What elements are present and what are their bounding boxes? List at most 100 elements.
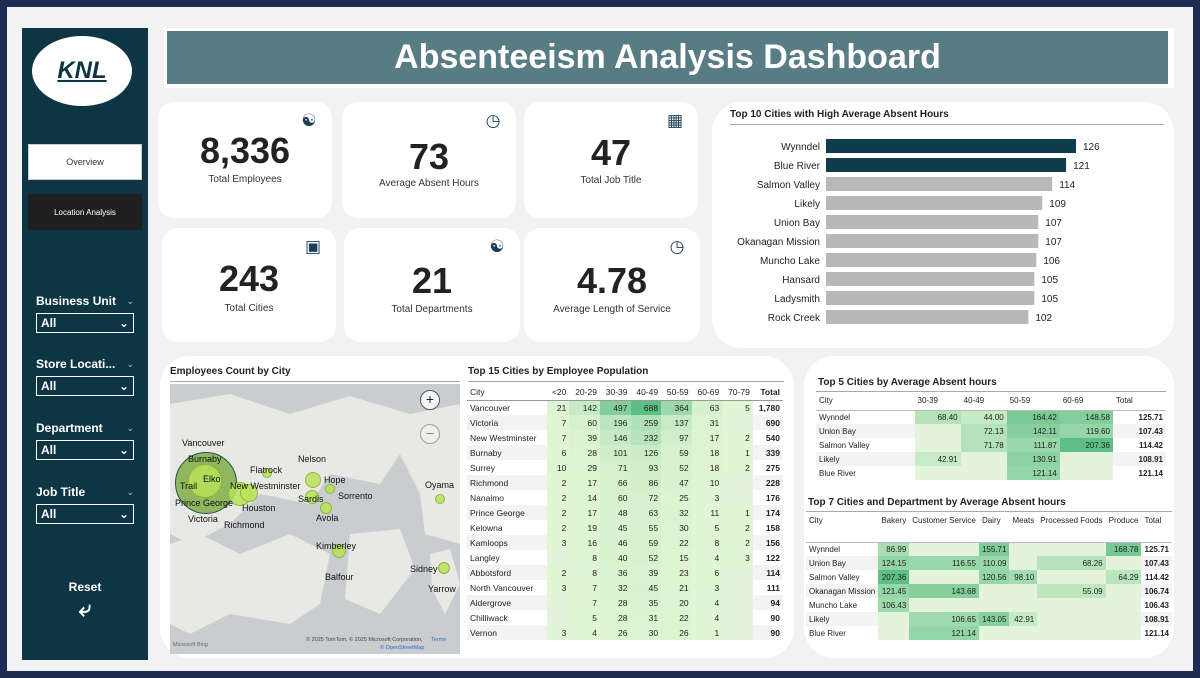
column-header[interactable]: 40-49 xyxy=(630,384,662,401)
table-row[interactable]: Chilliwack 5 28 31 22 4 90 xyxy=(467,610,783,625)
column-header[interactable]: Bakery xyxy=(878,516,910,543)
chevron-down-icon[interactable]: ⌄ xyxy=(126,359,134,370)
table-row[interactable]: Blue River 121.14 121.14 xyxy=(816,466,1166,480)
value-cell xyxy=(722,415,753,430)
column-header[interactable]: 20-29 xyxy=(569,384,600,401)
table-row[interactable]: Burnaby 6 28 101 126 59 18 1 339 xyxy=(467,445,783,460)
column-header[interactable]: <20 xyxy=(546,384,570,401)
value-cell: 121.14 xyxy=(1006,466,1060,480)
value-cell xyxy=(722,490,753,505)
chevron-down-icon[interactable]: ⌄ xyxy=(126,296,134,307)
value-cell xyxy=(878,626,910,640)
chevron-down-icon[interactable]: ⌄ xyxy=(126,487,134,498)
table-row[interactable]: Abbotsford 2 8 36 39 23 6 114 xyxy=(467,565,783,580)
bar[interactable] xyxy=(826,310,1029,324)
value-cell: 121.45 xyxy=(878,584,910,598)
table-row[interactable]: Vernon 3 4 26 30 26 1 90 xyxy=(467,625,783,640)
column-header[interactable]: City xyxy=(806,516,879,543)
table-row[interactable]: Salmon Valley 207.36 120.56 98.10 64.29 114.4… xyxy=(806,570,1172,584)
table-row[interactable]: Likely 42.91 130.91 108.91 xyxy=(816,452,1166,466)
table-row[interactable]: Richmond 2 17 66 86 47 10 228 xyxy=(467,475,783,490)
terms-link[interactable]: Terms xyxy=(431,637,446,643)
value-cell xyxy=(978,584,1010,598)
column-header[interactable]: Dairy xyxy=(978,516,1010,543)
table-row[interactable]: Union Bay 72.13 142.11 119.60 107.43 xyxy=(816,424,1166,438)
value-cell: 45 xyxy=(630,580,662,595)
bar[interactable] xyxy=(826,234,1039,248)
zoom-out-button[interactable]: − xyxy=(420,424,440,444)
column-header[interactable]: 40-49 xyxy=(960,396,1007,411)
bar[interactable] xyxy=(826,158,1067,172)
column-header[interactable]: 30-39 xyxy=(599,384,631,401)
location-analysis-button[interactable]: Location Analysis xyxy=(28,194,142,230)
table-row[interactable]: Kelowna 2 19 45 55 30 5 2 158 xyxy=(467,520,783,535)
business-unit-select[interactable]: All ⌄ xyxy=(36,313,134,333)
column-header[interactable]: 50-59 xyxy=(1006,396,1060,411)
department-select[interactable]: All ⌄ xyxy=(36,440,134,460)
column-header[interactable]: Total xyxy=(1112,396,1166,411)
table-row[interactable]: Vancouver 21 142 497 688 364 63 5 1,780 xyxy=(467,400,783,415)
column-header[interactable]: Produce xyxy=(1105,516,1142,543)
bar[interactable] xyxy=(826,253,1037,267)
bar[interactable] xyxy=(826,177,1053,191)
column-header[interactable]: Total xyxy=(752,384,783,401)
bar-category-label: Okanagan Mission xyxy=(737,237,820,248)
zoom-in-button[interactable]: + xyxy=(420,390,440,410)
table-row[interactable]: Kamloops 3 16 46 59 22 8 2 156 xyxy=(467,535,783,550)
value-cell: 28 xyxy=(569,445,600,460)
bar[interactable] xyxy=(826,291,1035,305)
value-cell: 156 xyxy=(765,537,780,548)
table-row[interactable]: Prince George 2 17 48 63 32 11 1 174 xyxy=(467,505,783,520)
value-cell: 10 xyxy=(691,475,723,490)
value-cell: 3 xyxy=(546,535,570,550)
column-header[interactable]: Customer Service xyxy=(909,516,979,543)
table-row[interactable]: Salmon Valley 71.78 111.87 207.36 114.42 xyxy=(816,438,1166,452)
table-row[interactable]: New Westminster 7 39 146 232 97 17 2 540 xyxy=(467,430,783,445)
table-row[interactable]: Blue River 121.14 121.14 xyxy=(806,626,1172,640)
overview-button[interactable]: Overview xyxy=(28,144,142,180)
table-row[interactable]: Wynndel 86.99 155.71 168.78 125.71 xyxy=(806,542,1172,556)
column-header[interactable]: Total xyxy=(1141,516,1172,543)
logo: KNL xyxy=(32,36,132,106)
column-header[interactable]: 60-69 xyxy=(1059,396,1113,411)
table-row[interactable]: Union Bay 124.15 116.55 110.09 68.26 107.43 xyxy=(806,556,1172,570)
column-header[interactable]: City xyxy=(816,396,915,411)
value-cell: 42.91 xyxy=(1009,612,1038,626)
table-row[interactable]: Nanaimo 2 14 60 72 25 3 176 xyxy=(467,490,783,505)
column-header[interactable]: 30-39 xyxy=(914,396,961,411)
bar[interactable] xyxy=(826,139,1076,153)
osm-link[interactable]: © OpenStreetMap xyxy=(380,645,424,651)
table-row[interactable]: Likely 106.65 143.05 42.91 108.91 xyxy=(806,612,1172,626)
table-row[interactable]: Aldergrove 7 28 35 20 4 94 xyxy=(467,595,783,610)
value-cell: 47 xyxy=(661,475,692,490)
store-location-select[interactable]: All ⌄ xyxy=(36,376,134,396)
column-header[interactable]: Meats xyxy=(1009,516,1038,543)
value-cell: 35 xyxy=(630,595,662,610)
bar[interactable] xyxy=(826,272,1035,286)
value-cell: 148.58 xyxy=(1059,410,1113,424)
column-header[interactable]: Processed Foods xyxy=(1037,516,1106,543)
table-row[interactable]: Wynndel 68.40 44.00 164.42 148.58 125.71 xyxy=(816,410,1166,424)
table-row[interactable]: North Vancouver 3 7 32 45 21 3 111 xyxy=(467,580,783,595)
column-header[interactable]: 60-69 xyxy=(691,384,723,401)
value-cell: 97 xyxy=(661,430,692,445)
table-row[interactable]: Surrey 10 29 71 93 52 18 2 275 xyxy=(467,460,783,475)
chevron-down-icon[interactable]: ⌄ xyxy=(126,423,134,434)
city-map[interactable]: + − Vancouver Burnaby Trail Elko Prince … xyxy=(170,384,460,654)
value-cell xyxy=(722,625,753,640)
table-row[interactable]: Okanagan Mission 121.45 143.68 55.09 106.74 xyxy=(806,584,1172,598)
reset-button[interactable]: Reset ⤶ xyxy=(22,580,148,622)
table-row[interactable]: Muncho Lake 106.43 106.43 xyxy=(806,598,1172,612)
table-row[interactable]: Victoria 7 60 196 259 137 31 690 xyxy=(467,415,783,430)
value-cell: 10 xyxy=(546,460,570,475)
table-row[interactable]: Langley 8 40 52 15 4 3 122 xyxy=(467,550,783,565)
title-banner: Absenteeism Analysis Dashboard xyxy=(164,28,1174,88)
column-header[interactable]: 50-59 xyxy=(661,384,692,401)
column-header[interactable]: City xyxy=(467,384,547,401)
bar[interactable] xyxy=(826,196,1043,210)
value-cell: 1 xyxy=(722,505,753,520)
bar[interactable] xyxy=(826,215,1039,229)
job-title-select[interactable]: All ⌄ xyxy=(36,504,134,524)
value-cell: 168.78 xyxy=(1105,542,1142,556)
column-header[interactable]: 70-79 xyxy=(722,384,753,401)
